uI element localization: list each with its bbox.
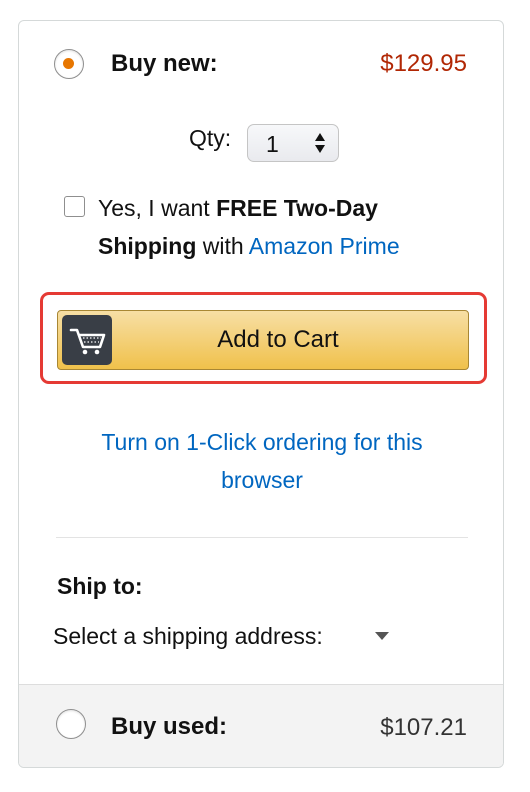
prime-offer-middle: with: [196, 233, 249, 259]
buy-used-price: $107.21: [380, 714, 467, 741]
buy-used-label: Buy used:: [111, 713, 228, 740]
qty-select[interactable]: 1: [247, 124, 339, 162]
ship-to-heading: Ship to:: [57, 573, 143, 599]
one-click-line-2[interactable]: browser: [59, 461, 465, 499]
buy-used-radio[interactable]: [56, 709, 86, 739]
qty-label: Qty:: [189, 125, 232, 151]
buy-new-radio[interactable]: [54, 49, 84, 79]
chevron-down-icon[interactable]: [375, 632, 389, 640]
one-click-line-1[interactable]: Turn on 1-Click ordering for this: [59, 423, 465, 461]
buy-box: Buy new: $129.95 Qty: 1 Yes, I want FREE…: [18, 20, 504, 768]
radio-selected-dot: [63, 58, 74, 69]
buy-new-label: Buy new:: [111, 50, 218, 77]
divider: [56, 537, 468, 538]
qty-value: 1: [266, 131, 279, 157]
add-to-cart-button[interactable]: Add to Cart: [57, 310, 469, 370]
prime-checkbox[interactable]: [64, 196, 85, 217]
buy-new-price: $129.95: [380, 50, 467, 77]
up-down-arrows-icon: [315, 133, 325, 153]
shipping-address-select[interactable]: Select a shipping address:: [53, 623, 323, 650]
amazon-prime-link[interactable]: Amazon Prime: [249, 233, 400, 259]
prime-offer-text: Yes, I want FREE Two-Day Shipping with A…: [98, 189, 478, 265]
add-to-cart-label: Add to Cart: [217, 326, 339, 353]
one-click-link[interactable]: Turn on 1-Click ordering for this browse…: [59, 423, 465, 499]
prime-offer-prefix: Yes, I want: [98, 195, 217, 221]
